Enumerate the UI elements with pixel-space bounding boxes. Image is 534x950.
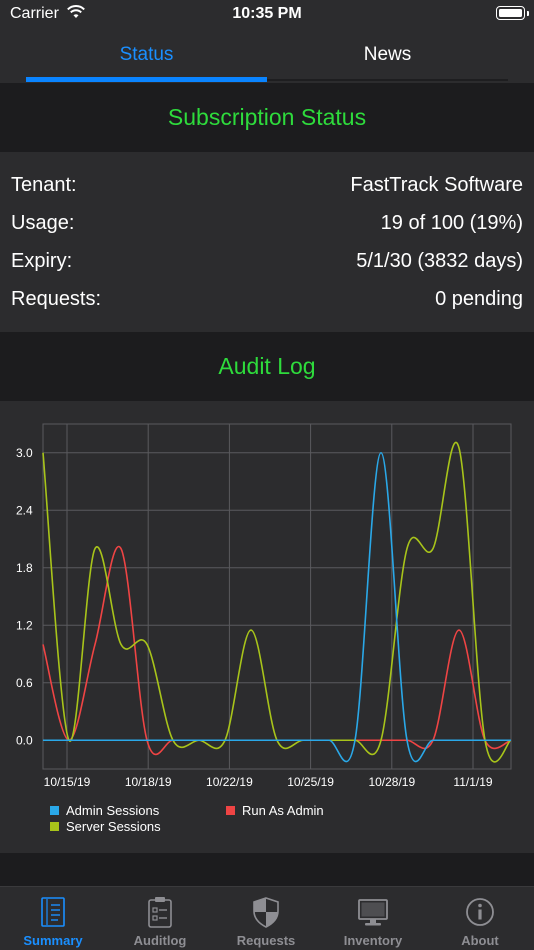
shield-icon — [253, 897, 279, 928]
tabbar-label-auditlog: Auditlog — [133, 933, 187, 948]
tabbar-label-inventory: Inventory — [343, 933, 403, 948]
audit-log-chart: 0.0 0.6 1.2 1.8 2.4 3.0 10/15/19 10/18/19 10/22/… — [0, 401, 534, 853]
legend-swatch-server-sessions — [50, 822, 59, 831]
x-tick-label: 11/1/19 — [453, 775, 492, 789]
subscription-status-header: Subscription Status — [0, 83, 534, 152]
usage-label: Usage: — [11, 212, 75, 234]
usage-value: 19 of 100 (19%) — [380, 212, 523, 234]
legend-label-run-as-admin: Run As Admin — [242, 803, 324, 818]
x-tick-label: 10/22/19 — [206, 775, 253, 789]
tabbar-label-summary: Summary — [23, 933, 83, 948]
requests-label: Requests: — [11, 288, 102, 310]
expiry-label: Expiry: — [11, 250, 73, 272]
x-tick-label: 10/25/19 — [287, 775, 334, 789]
audit-log-header: Audit Log — [0, 332, 534, 401]
series-line-server-sessions — [42, 442, 512, 763]
x-tick-label: 10/15/19 — [44, 775, 91, 789]
tabbar-label-about: About — [461, 933, 499, 948]
tabbar-item-inventory[interactable]: Inventory — [320, 887, 426, 950]
y-tick-label: 1.8 — [16, 561, 33, 575]
series-line-admin-sessions — [42, 451, 511, 763]
tabbar-label-requests: Requests — [236, 933, 296, 948]
tabbar-item-requests[interactable]: Requests — [213, 887, 319, 950]
status-bar: Carrier 10:35 PM — [0, 0, 534, 30]
tenant-label: Tenant: — [11, 174, 77, 196]
legend-swatch-run-as-admin — [226, 806, 235, 815]
summary-icon — [41, 897, 65, 927]
tab-news[interactable]: News — [267, 30, 508, 83]
clock: 10:35 PM — [232, 5, 302, 22]
audit-chart-svg: 0.0 0.6 1.2 1.8 2.4 3.0 10/15/19 10/18/19 10/22/… — [16, 423, 512, 834]
tabbar-item-summary[interactable]: Summary — [0, 887, 106, 950]
tabbar-item-auditlog[interactable]: Auditlog — [107, 887, 213, 950]
tenant-row: Tenant: FastTrack Software — [11, 174, 523, 204]
legend-label-admin-sessions: Admin Sessions — [66, 803, 160, 818]
y-tick-label: 1.2 — [16, 618, 33, 632]
tab-underline — [267, 79, 508, 81]
tenant-value: FastTrack Software — [350, 174, 523, 196]
legend-label-server-sessions: Server Sessions — [66, 819, 161, 834]
auditlog-icon — [148, 897, 172, 928]
expiry-row: Expiry: 5/1/30 (3832 days) — [11, 250, 523, 280]
y-tick-label: 3.0 — [16, 446, 33, 460]
requests-row: Requests: 0 pending — [11, 288, 523, 318]
battery-icon — [496, 6, 529, 20]
usage-row: Usage: 19 of 100 (19%) — [11, 212, 523, 242]
y-tick-label: 0.0 — [16, 733, 33, 747]
legend-swatch-admin-sessions — [50, 806, 59, 815]
monitor-icon — [358, 899, 388, 926]
plot-border — [42, 423, 512, 770]
y-tick-label: 0.6 — [16, 676, 33, 690]
subscription-info: Tenant: FastTrack Software Usage: 19 of … — [0, 152, 534, 332]
info-icon — [466, 898, 494, 926]
series-line-run-as-admin — [42, 545, 512, 756]
tab-selected-indicator — [26, 77, 267, 82]
requests-value: 0 pending — [435, 288, 523, 310]
x-tick-label: 10/28/19 — [368, 775, 415, 789]
x-tick-label: 10/18/19 — [125, 775, 172, 789]
top-tabs: Status News — [0, 30, 534, 83]
tabbar-item-about[interactable]: About — [427, 887, 533, 950]
tab-status[interactable]: Status — [26, 30, 267, 83]
y-tick-label: 2.4 — [16, 503, 33, 517]
bottom-tab-bar: Summary Auditlog Requests Inventory Abou… — [0, 886, 534, 950]
expiry-value: 5/1/30 (3832 days) — [356, 250, 523, 272]
